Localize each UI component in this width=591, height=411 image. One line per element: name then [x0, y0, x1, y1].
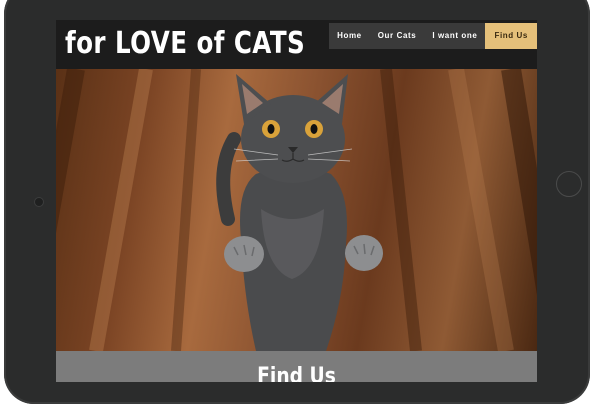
camera-icon — [34, 197, 44, 207]
hero-image — [56, 69, 537, 351]
gray-kitten-standing-icon — [56, 69, 537, 351]
site-header: for LOVE of CATS Home Our Cats I want on… — [56, 20, 537, 69]
home-button[interactable] — [556, 171, 582, 197]
main-nav: Home Our Cats I want one Find Us — [329, 23, 537, 49]
site-logo[interactable]: for LOVE of CATS — [65, 26, 305, 61]
nav-item-home[interactable]: Home — [329, 23, 370, 49]
website-viewport: for LOVE of CATS Home Our Cats I want on… — [56, 20, 537, 382]
nav-item-find-us[interactable]: Find Us — [485, 23, 537, 49]
section-title: Find Us — [257, 364, 336, 382]
nav-item-our-cats[interactable]: Our Cats — [370, 23, 425, 49]
nav-item-i-want-one[interactable]: I want one — [424, 23, 485, 49]
find-us-section: Find Us — [56, 351, 537, 382]
